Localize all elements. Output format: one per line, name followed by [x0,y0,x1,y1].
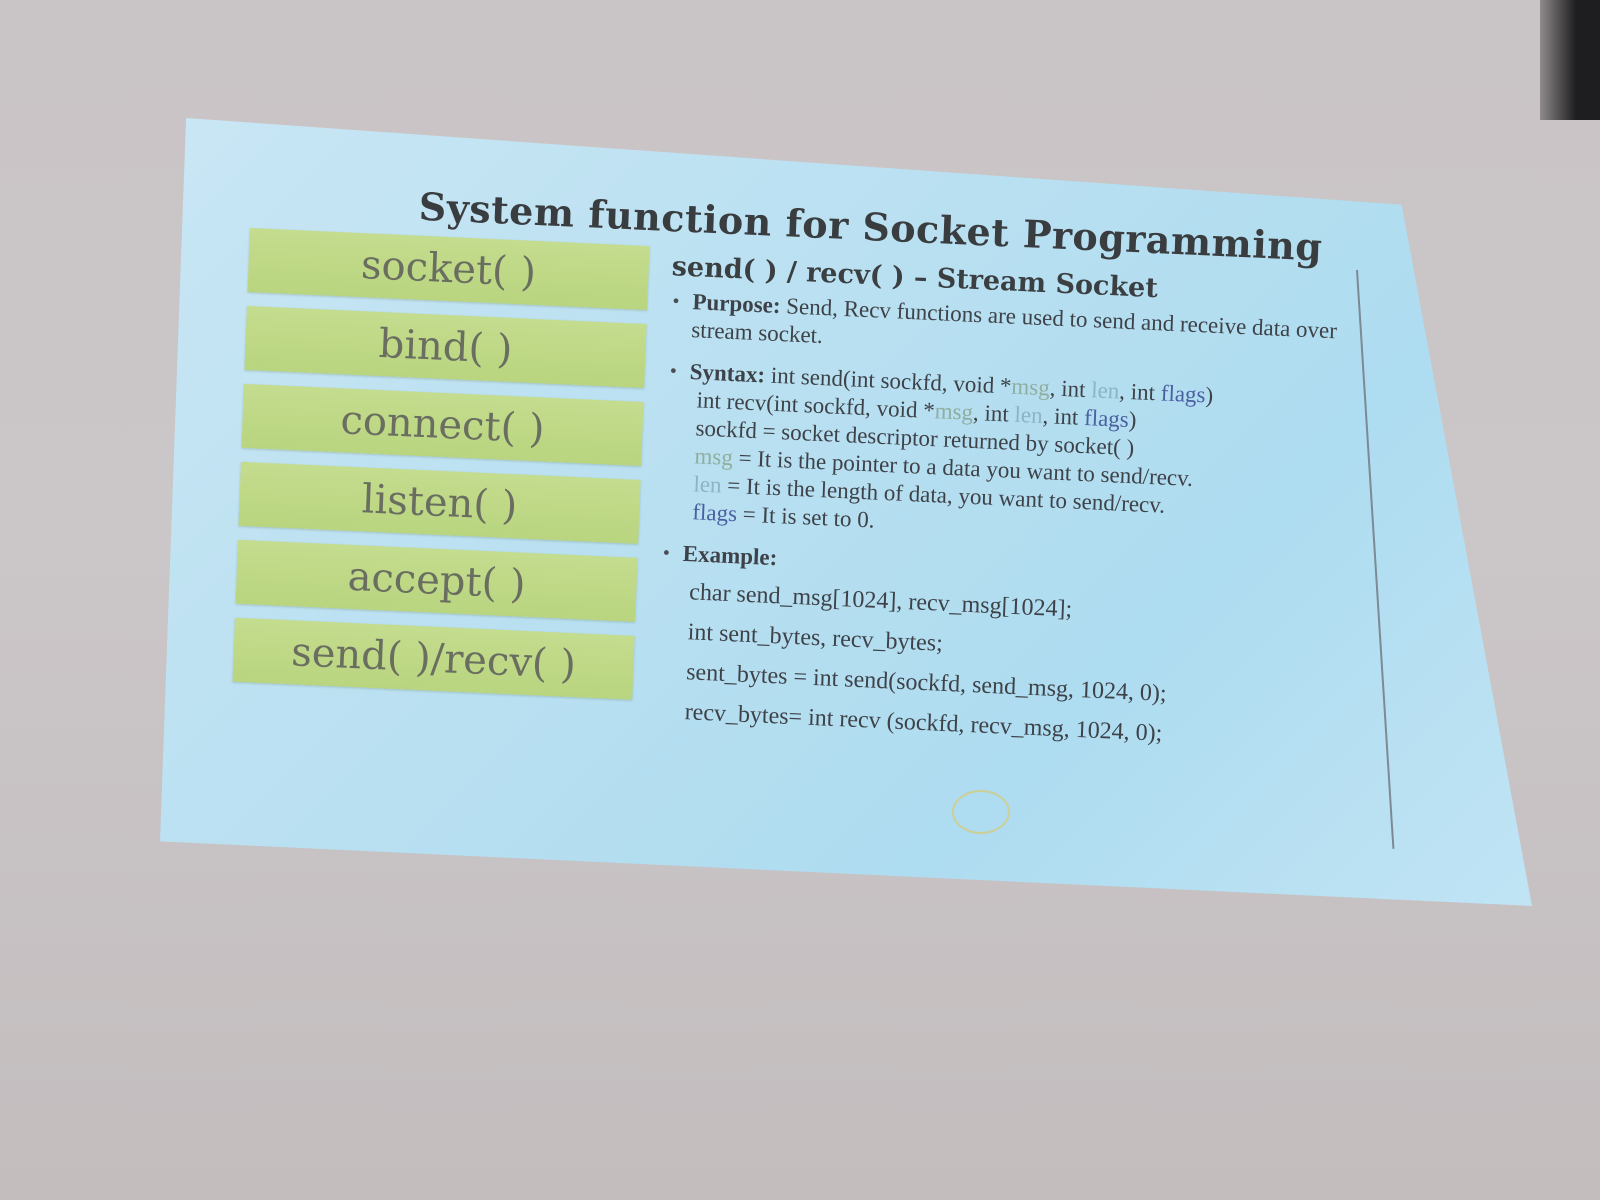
msg-param: msg [1010,373,1051,401]
bullet-dot: • [669,360,678,383]
len-param: len [1090,377,1120,404]
content-panel: send( ) / recv( ) – Stream Socket • Purp… [653,251,1361,776]
function-box-bind: bind( ) [244,305,647,389]
function-box-send-recv: send( )/recv( ) [232,617,635,700]
param-separator: , int [1118,378,1162,406]
example-code: char send_msg[1024], recv_msg[1024]; int… [676,572,1349,762]
flags-definition-text: = It is set to 0. [736,501,875,533]
flags-param: flags [1160,380,1206,408]
function-box-listen: listen( ) [238,461,641,544]
param-separator: , int [972,399,1016,427]
slide-content: System function for Socket Programming s… [204,175,1469,921]
function-box-accept: accept( ) [235,539,638,622]
signature-close: ) [1205,382,1214,408]
function-box-connect: connect( ) [241,383,644,466]
screen-frame-edge [1540,0,1600,120]
function-box-socket: socket( ) [247,227,650,311]
syntax-label: Syntax: [689,359,766,388]
bullet-dot: • [662,542,671,565]
flags-term: flags [691,499,738,527]
len-param: len [1014,401,1044,429]
syntax-bullet: • Syntax: int send(int sockfd, void *msg… [662,357,1358,556]
msg-param: msg [934,398,974,425]
signature-close: ) [1128,407,1137,433]
param-separator: , int [1042,403,1085,430]
example-label: Example: [682,540,778,571]
purpose-label: Purpose: [692,289,782,319]
len-term: len [693,471,723,498]
bullet-dot: • [672,290,680,313]
msg-term: msg [694,443,734,471]
pointer-highlight-ring [952,790,1010,834]
flags-param: flags [1083,404,1130,433]
example-bullet: • Example: char send_msg[1024], recv_msg… [654,539,1351,762]
param-separator: , int [1049,375,1092,403]
function-list: socket( ) bind( ) connect( ) listen( ) a… [232,227,650,714]
